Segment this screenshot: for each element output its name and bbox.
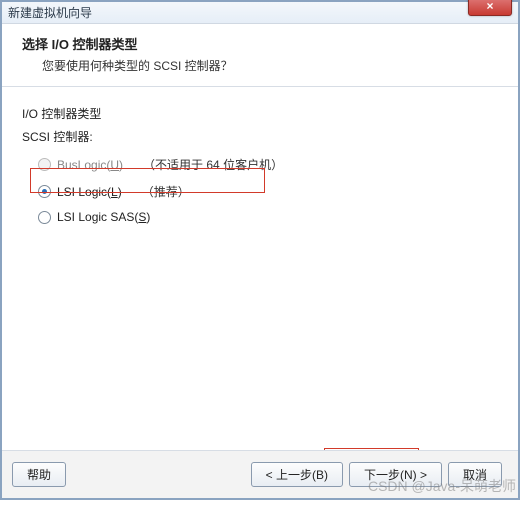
io-controller-type-label: I/O 控制器类型 [22,105,498,122]
wizard-header: 选择 I/O 控制器类型 您要使用何种类型的 SCSI 控制器？ [2,24,518,87]
cancel-button[interactable]: 取消 [448,462,502,487]
radio-icon [38,211,51,224]
help-button[interactable]: 帮助 [12,462,66,487]
page-title: 选择 I/O 控制器类型 [22,34,498,53]
scsi-controller-label: SCSI 控制器: [22,128,498,145]
option-lsi-logic-sas[interactable]: LSI Logic SAS(S) [22,205,498,229]
option-note: （不适用于 64 位客户机） [143,156,283,173]
option-label: LSI Logic SAS(S) [57,210,150,224]
radio-icon [38,158,51,171]
close-icon: × [486,0,493,13]
next-button[interactable]: 下一步(N) > [349,462,442,487]
wizard-content: I/O 控制器类型 SCSI 控制器: BusLogic(U) （不适用于 64… [2,87,518,239]
option-lsi-logic[interactable]: LSI Logic(L) （推荐） [22,178,498,205]
back-button[interactable]: < 上一步(B) [251,462,343,487]
option-note: （推荐） [142,183,190,200]
button-bar: 帮助 < 上一步(B) 下一步(N) > 取消 [2,450,518,498]
radio-icon [38,185,51,198]
title-bar: 新建虚拟机向导 [2,2,518,24]
option-buslogic[interactable]: BusLogic(U) （不适用于 64 位客户机） [22,151,498,178]
close-button[interactable]: × [468,0,512,16]
option-label: BusLogic(U) [57,158,123,172]
option-label: LSI Logic(L) [57,185,122,199]
window-title: 新建虚拟机向导 [8,6,92,20]
page-subtitle: 您要使用何种类型的 SCSI 控制器？ [42,57,498,74]
